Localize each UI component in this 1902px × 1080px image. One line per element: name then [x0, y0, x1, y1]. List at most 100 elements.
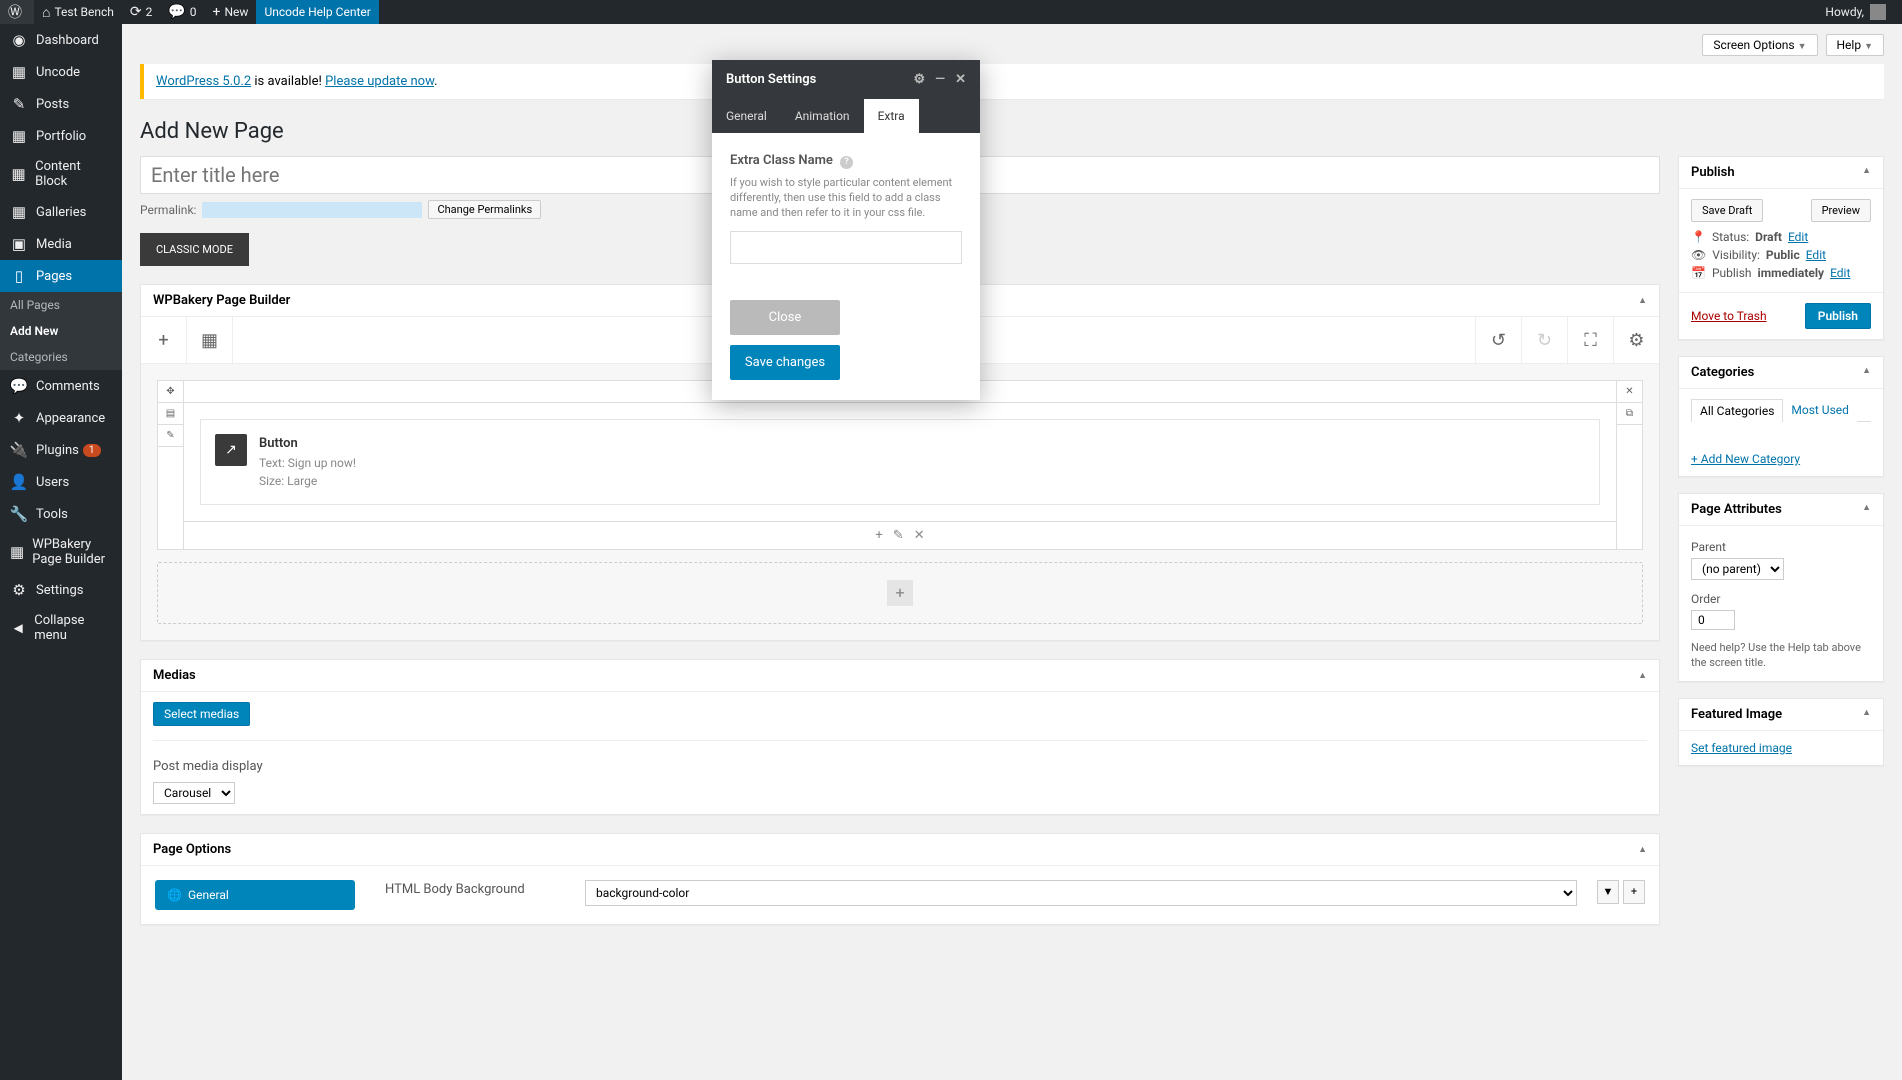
- post-media-label: Post media display: [153, 759, 1647, 774]
- submenu-all-pages[interactable]: All Pages: [0, 292, 122, 318]
- page-options-panel: Page Options▲ 🌐General HTML Body Backgro…: [140, 833, 1660, 925]
- edit-schedule-link[interactable]: Edit: [1830, 266, 1850, 280]
- collapse-icon: ▲: [1638, 295, 1647, 306]
- admin-bar: Ⓦ ⌂Test Bench ⟳2 💬0 +New Uncode Help Cen…: [0, 0, 1902, 24]
- menu-collapse[interactable]: ◄Collapse menu: [0, 606, 122, 650]
- permalink-url[interactable]: [202, 202, 422, 218]
- menu-users[interactable]: 👤Users: [0, 466, 122, 498]
- move-to-trash-link[interactable]: Move to Trash: [1691, 309, 1767, 323]
- menu-pages[interactable]: ▯Pages: [0, 260, 122, 292]
- publish-button[interactable]: Publish: [1805, 303, 1871, 329]
- extra-class-input[interactable]: [730, 231, 962, 264]
- pages-submenu: All Pages Add New Categories: [0, 292, 122, 370]
- row-delete-button[interactable]: ✕: [1617, 381, 1642, 403]
- menu-comments[interactable]: 💬Comments: [0, 370, 122, 402]
- po-general-tab[interactable]: 🌐General: [155, 880, 355, 910]
- featured-image-header[interactable]: Featured Image▲: [1679, 699, 1883, 731]
- appearance-icon: ✦: [10, 409, 28, 427]
- add-category-link[interactable]: + Add New Category: [1691, 452, 1871, 466]
- menu-dashboard[interactable]: ◉Dashboard: [0, 24, 122, 56]
- cat-all-tab[interactable]: All Categories: [1691, 399, 1783, 422]
- select-medias-button[interactable]: Select medias: [153, 702, 250, 726]
- updates[interactable]: ⟳2: [122, 0, 160, 24]
- element-title: Button: [259, 434, 356, 454]
- po-dropdown-button[interactable]: ▼: [1597, 880, 1619, 904]
- publish-header[interactable]: Publish▲: [1679, 157, 1883, 189]
- menu-plugins[interactable]: 🔌Plugins1: [0, 434, 122, 466]
- modal-tab-extra[interactable]: Extra: [864, 99, 919, 133]
- modal-tab-general[interactable]: General: [712, 99, 781, 133]
- column-add-button[interactable]: +: [875, 528, 882, 543]
- help-button[interactable]: Help ▼: [1826, 34, 1885, 56]
- parent-label: Parent: [1691, 540, 1871, 554]
- order-input[interactable]: [1691, 610, 1735, 630]
- help-icon[interactable]: ?: [840, 156, 853, 169]
- column-edit-button[interactable]: ✎: [893, 528, 904, 543]
- my-account[interactable]: Howdy,: [1817, 0, 1894, 24]
- page-heading: Add New Page: [140, 119, 1884, 144]
- comments-count[interactable]: 💬0: [160, 0, 204, 24]
- row-move-button[interactable]: ✥: [158, 381, 183, 403]
- parent-select[interactable]: (no parent): [1691, 558, 1784, 580]
- menu-galleries[interactable]: ▦Galleries: [0, 196, 122, 228]
- page-attributes-header[interactable]: Page Attributes▲: [1679, 494, 1883, 526]
- po-add-button[interactable]: +: [1623, 880, 1645, 904]
- modal-minimize-icon[interactable]: —: [935, 72, 945, 87]
- wp-logo[interactable]: Ⓦ: [0, 0, 34, 24]
- fullscreen-button[interactable]: ⛶: [1567, 317, 1613, 363]
- column-delete-button[interactable]: ✕: [914, 528, 925, 543]
- collapse-icon: ◄: [10, 619, 26, 637]
- menu-appearance[interactable]: ✦Appearance: [0, 402, 122, 434]
- update-now-link[interactable]: Please update now: [325, 74, 434, 89]
- users-icon: 👤: [10, 473, 28, 491]
- change-permalinks-button[interactable]: Change Permalinks: [428, 200, 541, 219]
- page-options-header[interactable]: Page Options▲: [141, 834, 1659, 866]
- row-edit-button[interactable]: ✎: [158, 425, 183, 447]
- modal-close-icon[interactable]: ✕: [955, 72, 966, 87]
- set-featured-image-link[interactable]: Set featured image: [1691, 741, 1792, 755]
- menu-tools[interactable]: 🔧Tools: [0, 498, 122, 530]
- cat-most-used-tab[interactable]: Most Used: [1783, 399, 1857, 422]
- add-template-button[interactable]: ▦: [187, 317, 233, 363]
- menu-posts[interactable]: ✎Posts: [0, 88, 122, 120]
- menu-media[interactable]: ▣Media: [0, 228, 122, 260]
- page-settings-button[interactable]: ⚙: [1613, 317, 1659, 363]
- row-clone-button[interactable]: ⧉: [1617, 403, 1642, 425]
- add-row-button[interactable]: +: [887, 580, 913, 606]
- submenu-categories[interactable]: Categories: [0, 344, 122, 370]
- medias-panel: Medias▲ Select medias Post media display…: [140, 659, 1660, 815]
- site-name[interactable]: ⌂Test Bench: [34, 0, 122, 24]
- add-row-zone: +: [157, 562, 1643, 624]
- modal-save-button[interactable]: Save changes: [730, 345, 840, 380]
- builder-row: ✥ ▤ ✎ + ↗ Button Text: Sign up now!: [157, 380, 1643, 550]
- modal-tab-animation[interactable]: Animation: [781, 99, 864, 133]
- modal-close-button[interactable]: Close: [730, 300, 840, 335]
- menu-uncode[interactable]: ▦Uncode: [0, 56, 122, 88]
- menu-portfolio[interactable]: ▦Portfolio: [0, 120, 122, 152]
- posts-icon: ✎: [10, 95, 28, 113]
- modal-settings-icon[interactable]: ⚙: [913, 72, 925, 87]
- edit-status-link[interactable]: Edit: [1788, 230, 1808, 244]
- row-columns-button[interactable]: ▤: [158, 403, 183, 425]
- post-media-select[interactable]: Carousel: [153, 782, 235, 804]
- undo-button[interactable]: ↺: [1475, 317, 1521, 363]
- settings-icon: ⚙: [10, 581, 28, 599]
- screen-options-button[interactable]: Screen Options ▼: [1702, 34, 1817, 56]
- submenu-add-new[interactable]: Add New: [0, 318, 122, 344]
- menu-wpbakery[interactable]: ▦WPBakery Page Builder: [0, 530, 122, 574]
- classic-mode-button[interactable]: CLASSIC MODE: [140, 233, 249, 266]
- button-element[interactable]: ↗ Button Text: Sign up now! Size: Large: [200, 419, 1600, 505]
- medias-panel-header[interactable]: Medias▲: [141, 660, 1659, 692]
- help-center[interactable]: Uncode Help Center: [256, 0, 378, 24]
- edit-visibility-link[interactable]: Edit: [1806, 248, 1826, 262]
- save-draft-button[interactable]: Save Draft: [1691, 199, 1763, 222]
- wp-version-link[interactable]: WordPress 5.0.2: [156, 74, 251, 89]
- preview-button[interactable]: Preview: [1811, 199, 1871, 222]
- menu-content-block[interactable]: ▦Content Block: [0, 152, 122, 196]
- redo-button[interactable]: ↻: [1521, 317, 1567, 363]
- new-content[interactable]: +New: [205, 0, 257, 24]
- body-bg-select[interactable]: background-color: [585, 880, 1577, 906]
- menu-settings[interactable]: ⚙Settings: [0, 574, 122, 606]
- categories-header[interactable]: Categories▲: [1679, 357, 1883, 389]
- add-element-button[interactable]: +: [141, 317, 187, 363]
